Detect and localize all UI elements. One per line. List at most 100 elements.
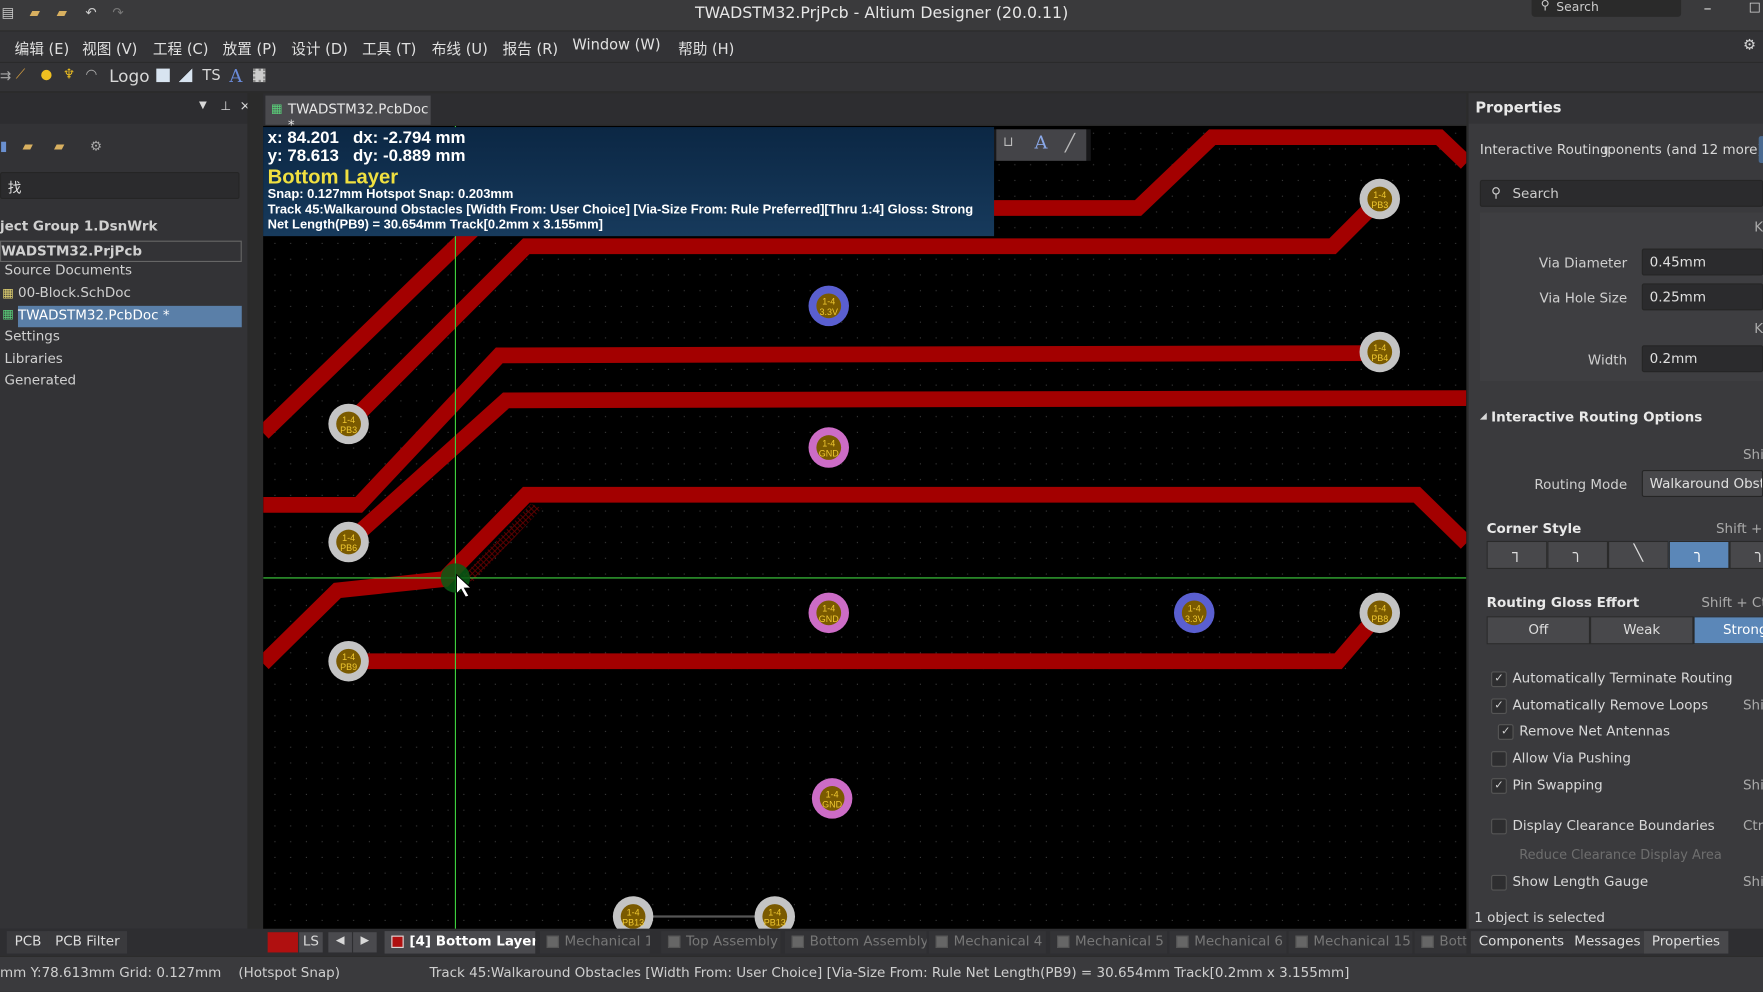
line-icon[interactable]: ╱ xyxy=(1065,133,1075,153)
filter-button[interactable] xyxy=(1758,136,1763,164)
gloss-strong-button[interactable]: Strong xyxy=(1693,616,1763,645)
pad[interactable]: 1-4GND xyxy=(808,427,849,468)
pin-icon[interactable]: ⊥ xyxy=(220,99,231,114)
checkbox[interactable]: ✓ xyxy=(1497,724,1514,740)
interactive-route-icon[interactable]: ⟋ xyxy=(16,66,25,83)
checkbox-label[interactable]: Remove Net Antennas xyxy=(1519,723,1670,739)
layer-tab[interactable]: Mechanical 6 xyxy=(1169,931,1287,954)
gloss-off-button[interactable]: Off xyxy=(1486,616,1591,645)
menu-item[interactable]: 工程 (C) xyxy=(153,37,209,59)
settings-icon[interactable]: ⚙ xyxy=(90,138,102,154)
checkbox[interactable]: ✓ xyxy=(1491,671,1507,688)
checkbox-label[interactable]: Display Clearance Boundaries xyxy=(1512,818,1714,834)
tree-item[interactable]: ▦ 00-Block.SchDoc xyxy=(2,284,131,300)
pad[interactable]: 1-4PB3 xyxy=(328,403,369,445)
tree-item[interactable]: ▦ TWADSTM32.PcbDoc * xyxy=(2,305,242,328)
pcb-canvas[interactable]: 1-4 PB3 1-4 3.3V 1-4 PB4 1-4 PB3 1-4 GND 1-4 PB6 1-4… xyxy=(263,125,1467,929)
corner-style-button[interactable]: ╮ xyxy=(1729,540,1763,569)
menu-item[interactable]: 放置 (P) xyxy=(223,37,277,59)
checkbox-label[interactable]: Automatically Remove Loops xyxy=(1512,697,1708,713)
checkbox[interactable] xyxy=(1491,874,1507,891)
checkbox-label[interactable]: Show Length Gauge xyxy=(1512,874,1648,890)
tree-item[interactable]: ject Group 1.DsnWrk xyxy=(0,218,158,234)
tab-pcbdoc[interactable]: ▦ TWADSTM32.PcbDoc * xyxy=(265,95,431,133)
menu-item[interactable]: 编辑 (E) xyxy=(15,37,70,59)
project-search-input[interactable]: 找 xyxy=(0,172,240,200)
layer-tab[interactable]: Bottom Assembly xyxy=(784,931,927,954)
menu-item[interactable]: 工具 (T) xyxy=(362,37,416,59)
tree-item[interactable]: Source Documents xyxy=(4,262,132,278)
filter-value[interactable]: ıponents (and 12 more) xyxy=(1604,142,1763,158)
layer-tab[interactable]: Mechanical 1 xyxy=(539,931,650,954)
pad[interactable]: 1-4GND xyxy=(811,778,853,819)
section-interactive-routing-options[interactable]: Interactive Routing Options xyxy=(1491,409,1702,425)
panel-menu-icon[interactable]: ▼ xyxy=(199,100,207,111)
menu-item[interactable]: 设计 (D) xyxy=(291,37,348,59)
properties-search-input[interactable]: ⚲ Search xyxy=(1479,179,1763,207)
component-icon[interactable] xyxy=(253,68,266,83)
panel-tab[interactable]: Messages xyxy=(1566,931,1649,954)
panel-tab[interactable]: Components xyxy=(1470,931,1572,954)
via-hole-size-input[interactable]: 0.25mm xyxy=(1641,283,1763,311)
routing-mode-dropdown[interactable]: Walkaround Obsta xyxy=(1641,470,1763,498)
gear-icon[interactable]: ⚙ xyxy=(1743,37,1756,54)
layer-tab[interactable]: Bott xyxy=(1414,931,1467,954)
route-icon[interactable]: ⇉ xyxy=(0,67,11,83)
checkbox[interactable]: ✓ xyxy=(1491,698,1507,715)
menu-item[interactable]: 报告 (R) xyxy=(503,37,558,59)
pad[interactable]: 1-43.3V xyxy=(1173,592,1215,634)
via-icon[interactable]: ● xyxy=(40,66,52,82)
menu-item[interactable]: 布线 (U) xyxy=(432,37,488,59)
maximize-button[interactable]: ☐ xyxy=(1749,0,1761,16)
tree-item[interactable]: WADSTM32.PrjPcb xyxy=(0,240,242,263)
corner-style-button[interactable]: ╮ xyxy=(1668,540,1730,569)
fill-icon[interactable] xyxy=(156,68,170,83)
pcb-drawing[interactable]: 1-4PB3 1-43.3V 1-4PB4 1-4PB3 1-4GND 1-4PB6 1-4… xyxy=(263,125,1467,929)
layer-tab[interactable]: Mechanical 4 xyxy=(928,931,1046,954)
checkbox-label[interactable]: Pin Swapping xyxy=(1512,777,1602,793)
project-icon[interactable]: ▮ xyxy=(0,138,7,154)
layer-tab[interactable]: Top Assembly xyxy=(661,931,781,954)
pad[interactable]: 1-4PB8 xyxy=(1359,592,1401,634)
menu-item[interactable]: Window (W) xyxy=(572,37,660,54)
tree-item[interactable]: Settings xyxy=(4,328,59,344)
arc-icon[interactable]: ◠ xyxy=(85,66,97,82)
previous-layer-button[interactable]: ◀ xyxy=(328,932,352,953)
collapse-triangle-icon[interactable]: ◢ xyxy=(1480,410,1487,420)
via-diameter-input[interactable]: 0.45mm xyxy=(1641,248,1763,276)
pad[interactable]: 1-43.3V xyxy=(808,285,849,327)
corner-style-button[interactable]: ╲ xyxy=(1608,540,1669,569)
tree-item[interactable]: Libraries xyxy=(4,351,62,367)
width-input[interactable]: 0.2mm xyxy=(1641,345,1763,373)
pad-icon[interactable]: ♆ xyxy=(63,66,75,82)
pad[interactable]: 1-4PB9 xyxy=(328,640,369,682)
panel-tab[interactable]: Properties xyxy=(1644,931,1728,954)
next-layer-button[interactable]: ▶ xyxy=(353,932,377,953)
layer-tab[interactable]: Mechanical 15 xyxy=(1288,931,1413,954)
folder-settings-icon[interactable]: ▰ xyxy=(54,138,64,154)
checkbox[interactable]: ✓ xyxy=(1491,778,1507,794)
pad[interactable]: 1-4GND xyxy=(808,592,849,634)
menu-item[interactable]: 视图 (V) xyxy=(82,37,137,59)
checkbox[interactable] xyxy=(1491,818,1507,835)
panel-tab[interactable]: PCB Filter xyxy=(47,931,128,954)
pad[interactable]: 1-4PB4 xyxy=(1359,331,1401,373)
tree-item[interactable]: Generated xyxy=(4,372,76,388)
polygon-icon[interactable] xyxy=(178,68,193,83)
text-icon[interactable]: A xyxy=(229,65,242,86)
dimension-icon[interactable]: ⊔ xyxy=(1003,134,1014,150)
pad[interactable]: 1-4PB6 xyxy=(328,521,369,563)
global-search-input[interactable]: ⚲ Search xyxy=(1531,0,1682,17)
layer-set-button[interactable]: LS xyxy=(299,932,323,953)
ts-button[interactable]: TS xyxy=(202,67,220,84)
panel-tab[interactable]: PCB xyxy=(6,931,50,954)
logo-button[interactable]: Logo xyxy=(109,66,149,86)
pad[interactable]: 1-4PB3 xyxy=(1359,178,1401,220)
open-folder-icon[interactable]: ▰ xyxy=(22,138,32,154)
menu-item[interactable]: 帮助 (H) xyxy=(678,37,734,59)
current-layer-color[interactable] xyxy=(267,932,298,953)
layer-tab-bottom-layer[interactable]: [4] Bottom Layer xyxy=(384,931,536,954)
corner-style-button[interactable]: ╮ xyxy=(1547,540,1609,569)
layer-tab[interactable]: Mechanical 5 xyxy=(1050,931,1168,954)
checkbox-label[interactable]: Allow Via Pushing xyxy=(1512,750,1630,766)
